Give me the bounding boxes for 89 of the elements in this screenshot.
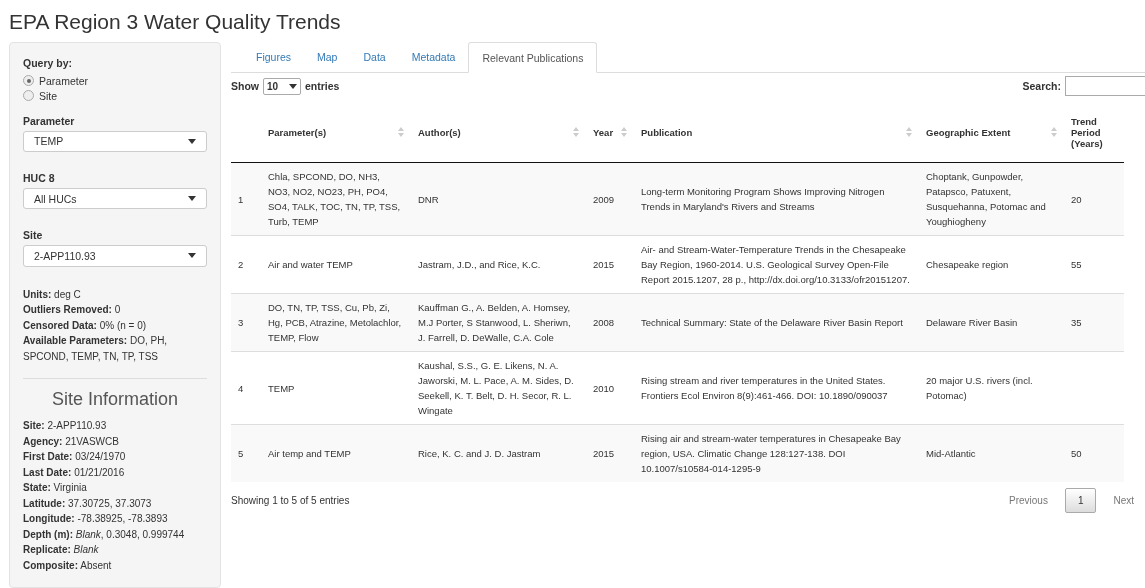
table-cell: Choptank, Gunpowder, Patapsco, Patuxent, Susquehanna, Potomac and Youghiogheny [926,171,1046,227]
row-index: 5 [231,424,261,482]
column-header[interactable]: Year [593,126,614,138]
caret-icon [188,196,196,202]
column-header[interactable]: Publication [641,126,693,138]
sort-icon [398,127,404,137]
table-cell: Air temp and TEMP [268,448,351,459]
site-info-line: First Date: 03/24/1970 [23,450,127,465]
caret-icon [188,138,196,144]
row-index: 1 [231,162,261,236]
tab[interactable]: Map [304,42,351,72]
table-cell: 2009 [593,193,615,205]
site-info-line: Composite: Absent [23,558,113,573]
select-label: HUC 8 [23,172,56,184]
select-label: Parameter [23,114,76,127]
table-cell: TEMP [268,382,295,394]
summary-line: Available Parameters: DO, PH, SPCOND, TEMP, TN, TP, TSS [23,334,169,364]
sort-icon [621,127,627,137]
table-cell: Chesapeake region [926,259,1009,270]
table-cell: 55 [1071,259,1082,270]
site-info-line: State: Virginia [23,481,88,496]
column-header: Trend Period (Years) [1071,115,1104,149]
row-index: 3 [231,293,261,352]
radio-icon[interactable] [23,75,34,87]
column-header[interactable]: Geographic Extent [926,126,1011,138]
table-cell: Mid-Atlantic [926,448,976,459]
table-info: Showing 1 to 5 of 5 entries [231,495,350,506]
sort-icon [573,127,579,137]
table-cell: Delaware River Basin [926,317,1018,328]
radio-option[interactable]: Parameter [23,73,207,89]
select-dropdown[interactable]: TEMP [23,130,207,152]
caret-icon [289,83,297,89]
query-label: Query by: [23,57,73,69]
row-index: 2 [231,235,261,294]
table-cell: 2008 [593,317,615,328]
tab[interactable]: Data [350,42,399,72]
sort-icon [906,127,912,137]
column-header[interactable]: Parameter(s) [268,126,327,138]
select-label: Site [23,229,44,242]
column-header[interactable]: Author(s) [418,126,461,138]
table-cell: 35 [1071,317,1082,328]
table-cell: 2010 [593,382,615,394]
table-cell: Kaushal, S.S., G. E. Likens, N. A. Jaworski, M. L. Pace, A. M. Sides, D. Seekell, K. T. Belt, D. H. Secor, R. L. Wingate [418,360,574,416]
table-cell: Technical Summary: State of the Delaware River Basin Report [641,317,903,328]
table-cell: Kauffman G., A. Belden, A. Homsey, M.J Porter, S Stanwood, L. Sheriwn, J. Farrell, D. DeWalle, C.A. Cole [418,302,571,343]
table-cell: Rice, K. C. and J. D. Jastram [418,448,541,459]
summary-line: Outliers Removed: 0 [23,303,122,318]
site-info-line: Agency: 21VASWCB [23,434,120,449]
table-cell: Rising air and stream-water temperatures in Chesapeake Bay region, USA. Climatic Change 128:127-138. DOI 10.1007/s10584-014-1295-9 [641,433,901,474]
table-cell: 2015 [593,448,615,459]
site-info-heading: Site Information [50,389,180,411]
show-label: Show [231,80,259,92]
site-info-line: Depth (m): Blank, 0.3048, 0.999744 [23,527,186,542]
tab[interactable]: Relevant Publications [468,42,598,73]
radio-icon[interactable] [23,90,34,102]
radio-option[interactable]: Site [23,88,207,104]
table-cell: 2015 [593,259,615,270]
entries-label: entries [305,80,340,92]
site-info-line: Site: 2-APP110.93 [23,419,108,434]
summary-line: Censored Data: 0% (n = 0) [23,318,148,333]
site-info-line: Latitude: 37.30725, 37.3073 [23,496,153,511]
sort-icon [1051,127,1057,137]
site-info-line: Last Date: 01/21/2016 [23,465,126,480]
site-info-line: Longitude: -78.38925, -78.3893 [23,512,169,527]
tab[interactable]: Metadata [398,42,469,72]
table-cell: DNR [418,193,439,205]
row-index: 4 [231,351,261,425]
table-cell: Jastram, J.D., and Rice, K.C. [418,259,541,270]
table-cell: DO, TN, TP, TSS, Cu, Pb, Zi, Hg, PCB, Atrazine, Metolachlor, TEMP, Flow [268,302,402,343]
page-title: EPA Region 3 Water Quality Trends [9,10,342,35]
caret-icon [188,253,196,259]
table-cell: 20 [1071,193,1082,205]
pagination-button[interactable]: Next [1100,488,1145,513]
select-dropdown[interactable]: All HUCs [23,188,207,210]
table-cell: Air- and Stream-Water-Temperature Trends in the Chesapeake Bay Region, 1960-2014. U.S. Geological Survey Open-File Report 2015.1207, 28 p., http://dx.doi.org/10.3133/ofr20151207. [641,244,910,285]
pagination-button[interactable]: 1 [1064,488,1097,513]
site-info-line: Replicate: Blank [23,543,100,558]
table-cell: Chla, SPCOND, DO, NH3, NO3, NO2, NO23, PH, PO4, SO4, TALK, TOC, TN, TP, TSS, Turb, TEMP [268,171,401,227]
table-cell: Rising stream and river temperatures in the United States. Frontiers Ecol Environ 8(9):461-466. DOI: 10.1890/090037 [641,375,888,401]
select-dropdown[interactable]: 2-APP110.93 [23,245,207,267]
search-label: Search: [1022,80,1061,92]
summary-line: Units: deg C [23,287,82,302]
pagination-button[interactable]: Previous [995,488,1061,513]
table-cell: Long-term Monitoring Program Shows Improving Nitrogen Trends in Maryland's Rivers and Streams [641,186,885,212]
entries-select[interactable]: 10 [263,77,301,95]
table-cell: 50 [1071,448,1082,459]
tab[interactable]: Figures [243,42,304,72]
table-cell: 20 major U.S. rivers (incl. Potomac) [926,375,1033,401]
table-cell: Air and water TEMP [268,259,353,270]
